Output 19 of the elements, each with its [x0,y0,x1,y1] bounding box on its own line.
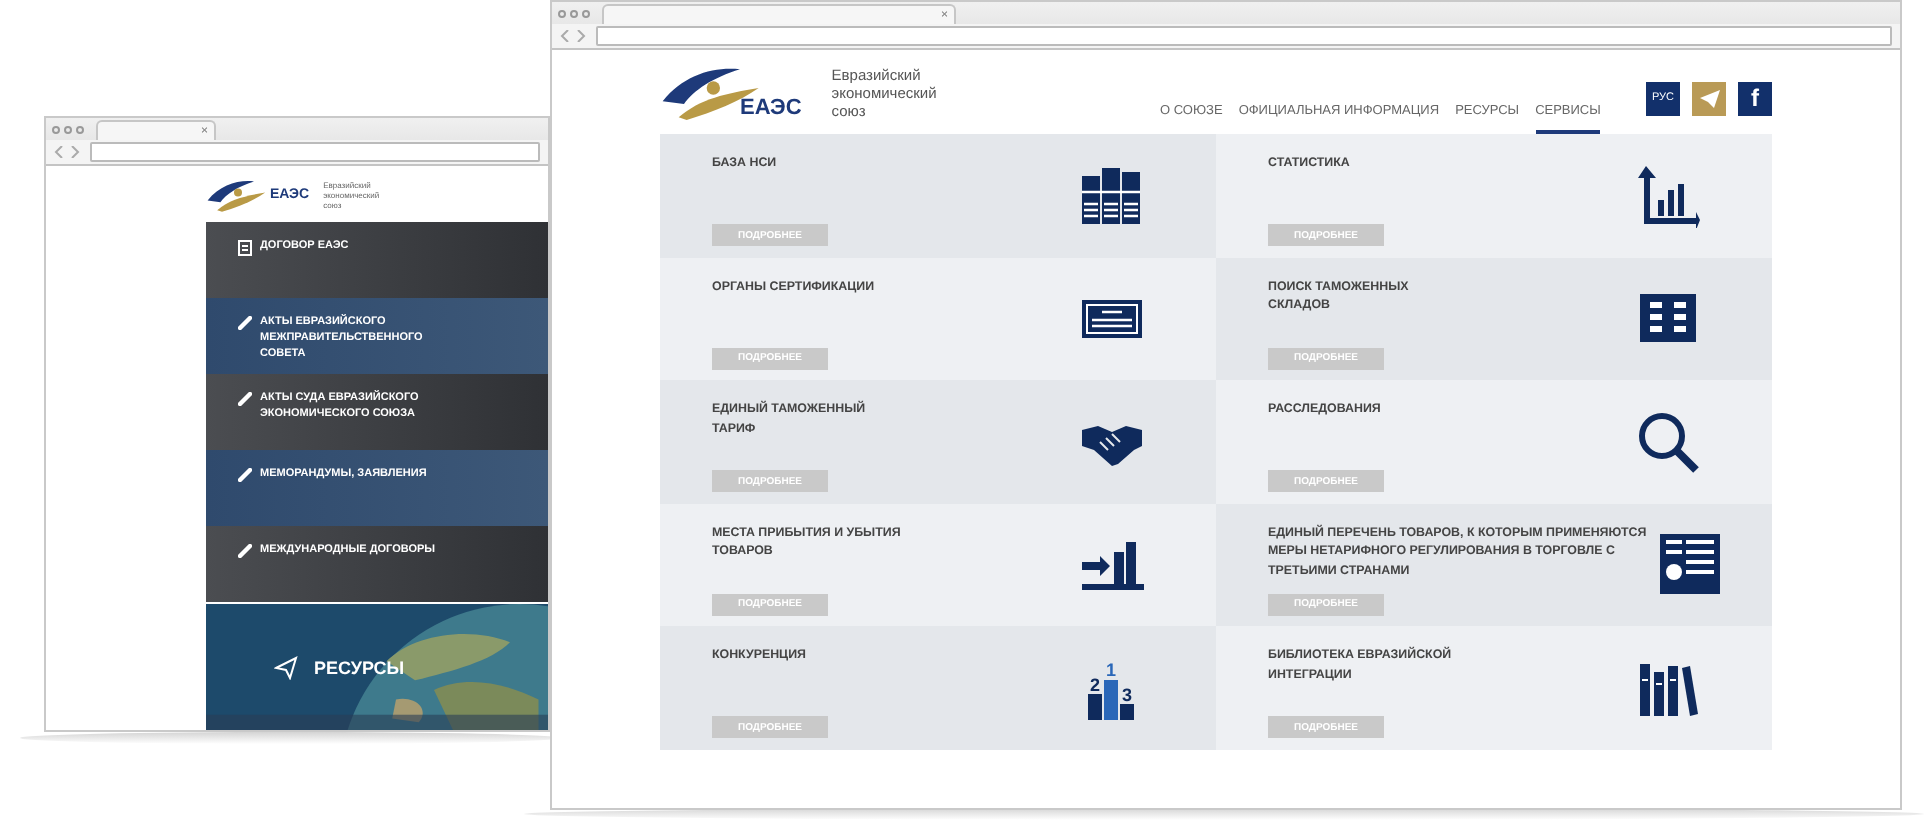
logo-emblem-icon [206,177,266,211]
address-bar[interactable] [90,142,540,162]
search-icon [1636,409,1700,474]
binders-icon [1080,163,1144,228]
paper-plane-icon [1699,89,1719,107]
document-list-icon [1658,532,1722,597]
link-icon [238,544,252,558]
link-icon [238,316,252,330]
address-bar[interactable] [596,26,1892,46]
facebook-button[interactable]: f [1738,81,1772,115]
resources-banner[interactable]: РЕСУРСЫ [206,604,548,730]
telegram-button[interactable] [1692,81,1726,115]
link-icon [238,392,252,406]
send-icon [274,655,298,679]
link-icon [238,468,252,482]
document-icon [238,240,252,256]
resources-title: РЕСУРСЫ [314,657,405,677]
bar-chart-icon [1636,163,1700,228]
logo-text: ЕАЭС [740,96,802,120]
